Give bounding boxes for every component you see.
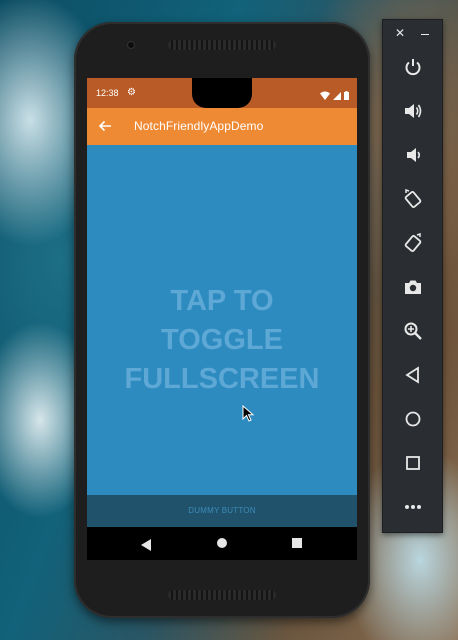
rotate-right-icon[interactable]	[400, 230, 426, 256]
display-notch	[192, 78, 252, 108]
phone-frame: 12:38 ⚙ NotchFriendlyAppDemo TAP TO TOGG…	[74, 22, 370, 618]
volume-down-icon[interactable]	[400, 142, 426, 168]
nav-recents-icon[interactable]	[292, 538, 302, 548]
power-icon[interactable]	[400, 54, 426, 80]
navigation-bar	[87, 527, 357, 560]
more-dots-icon[interactable]	[400, 494, 426, 520]
status-time: 12:38	[96, 88, 119, 98]
front-camera	[128, 42, 134, 48]
bottom-speaker	[168, 590, 276, 600]
status-bar: 12:38 ⚙	[87, 78, 357, 108]
fullscreen-content[interactable]: TAP TO TOGGLE FULLSCREEN	[87, 145, 357, 495]
zoom-icon[interactable]	[400, 318, 426, 344]
back-arrow-icon[interactable]	[98, 119, 112, 133]
home-circle-icon[interactable]	[400, 406, 426, 432]
status-icons	[320, 87, 349, 105]
nav-back-icon[interactable]	[141, 538, 152, 551]
dummy-button[interactable]: DUMMY BUTTON	[87, 495, 357, 527]
battery-icon	[344, 87, 349, 105]
settings-gear-icon: ⚙	[127, 87, 136, 98]
minimize-icon[interactable]	[421, 34, 429, 35]
wifi-icon	[320, 87, 330, 105]
overview-square-icon[interactable]	[400, 450, 426, 476]
signal-icon	[333, 87, 341, 105]
close-icon[interactable]: ✕	[395, 27, 405, 39]
top-speaker	[168, 40, 276, 50]
volume-up-icon[interactable]	[400, 98, 426, 124]
device-screen[interactable]: 12:38 ⚙ NotchFriendlyAppDemo TAP TO TOGG…	[87, 78, 357, 560]
camera-icon[interactable]	[400, 274, 426, 300]
emulator-toolbar: ✕	[382, 19, 443, 533]
app-bar: NotchFriendlyAppDemo	[87, 108, 357, 145]
app-title: NotchFriendlyAppDemo	[134, 119, 264, 133]
back-triangle-icon[interactable]	[400, 362, 426, 388]
rotate-left-icon[interactable]	[400, 186, 426, 212]
nav-home-icon[interactable]	[217, 538, 227, 548]
fullscreen-toggle-text: TAP TO TOGGLE FULLSCREEN	[124, 285, 320, 395]
mouse-cursor-icon	[242, 404, 256, 423]
fullscreen-controls-bar: DUMMY BUTTON	[87, 495, 357, 527]
